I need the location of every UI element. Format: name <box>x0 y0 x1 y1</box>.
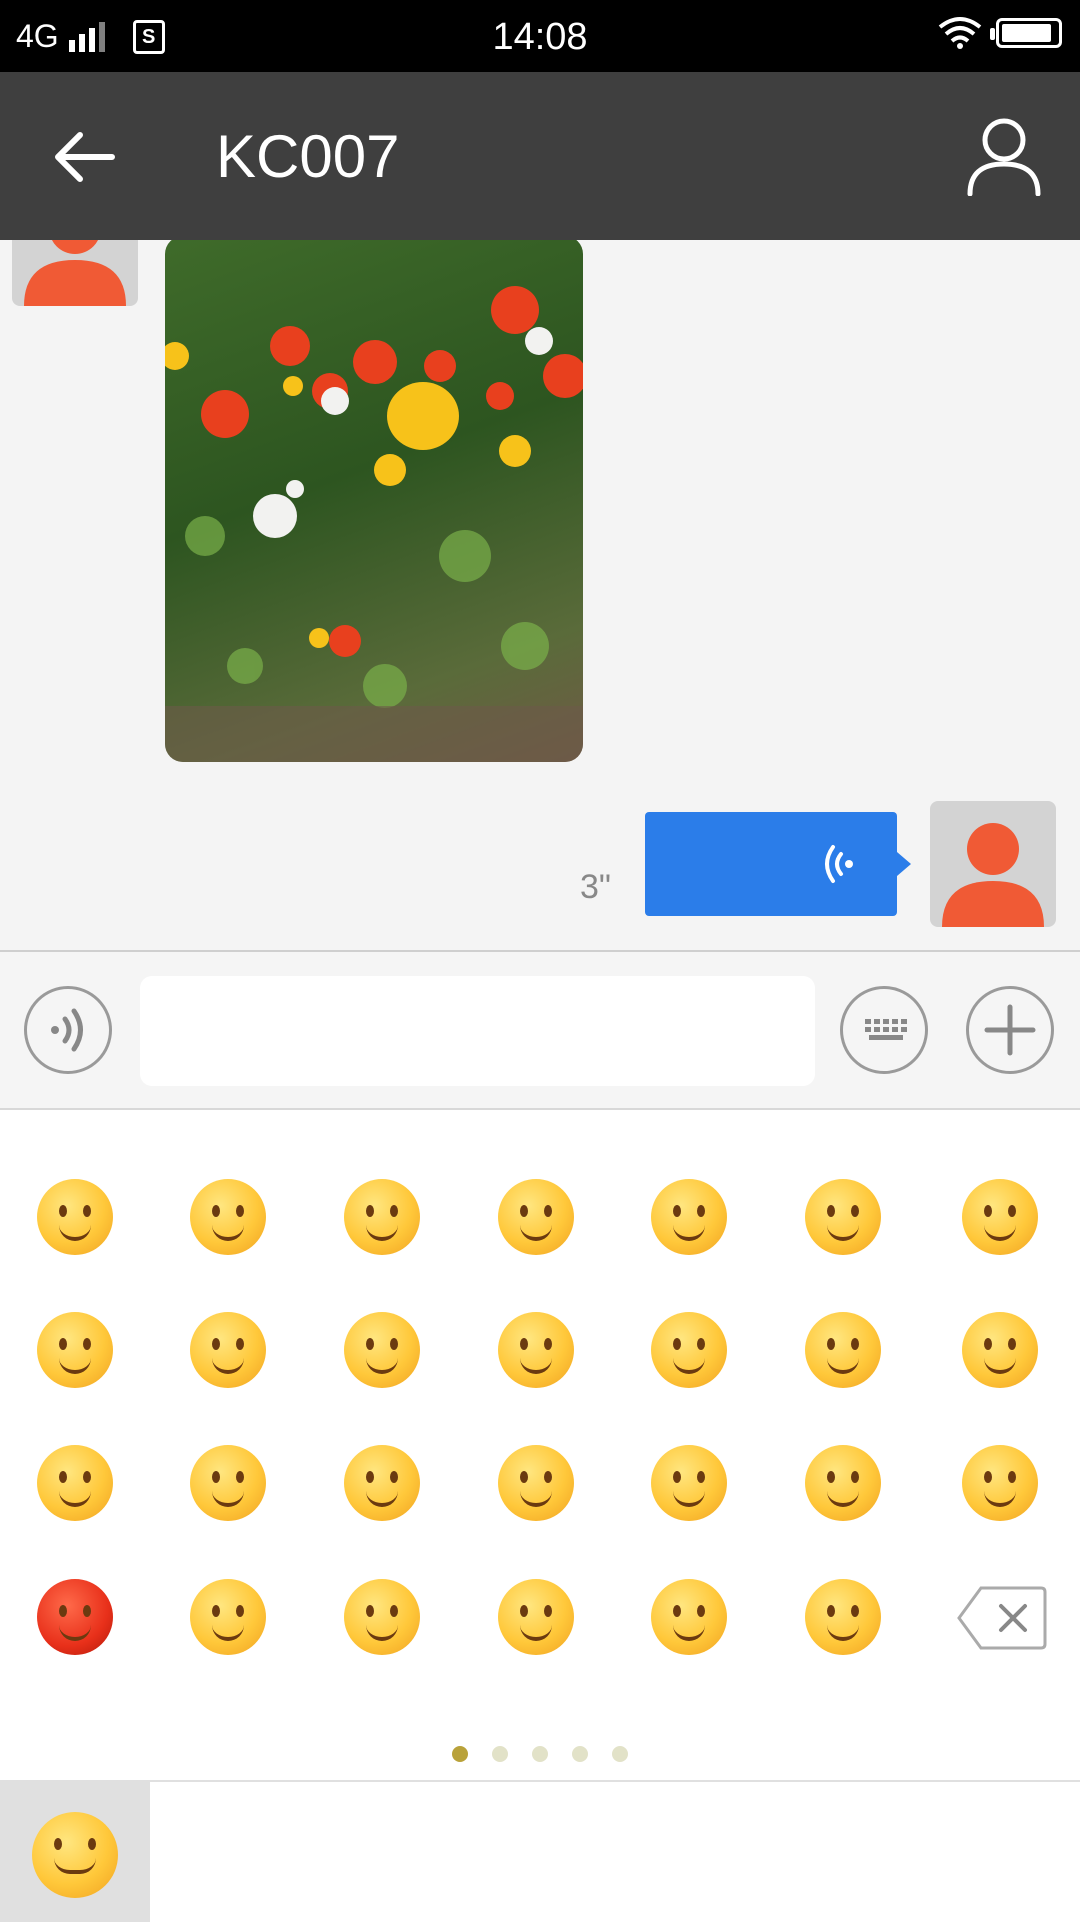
emoji-key[interactable] <box>945 1428 1055 1538</box>
page-dot[interactable] <box>532 1746 548 1762</box>
emoji-key[interactable] <box>327 1162 437 1272</box>
my-avatar[interactable] <box>930 801 1056 927</box>
emoji-key[interactable] <box>20 1162 130 1272</box>
keyboard-icon <box>865 1019 907 1040</box>
emoji-key[interactable] <box>788 1162 898 1272</box>
emoji-face-icon <box>962 1179 1038 1255</box>
emoji-key[interactable] <box>481 1562 591 1672</box>
voice-message[interactable] <box>645 812 911 916</box>
emoji-key[interactable] <box>634 1562 744 1672</box>
voice-button[interactable] <box>24 986 112 1074</box>
emoji-key[interactable] <box>327 1562 437 1672</box>
battery-icon <box>990 18 1062 48</box>
emoji-face-icon <box>344 1179 420 1255</box>
voice-icon <box>51 1008 83 1052</box>
emoji-key[interactable] <box>481 1295 591 1405</box>
contact-avatar[interactable] <box>12 240 138 306</box>
emoji-face-icon <box>190 1179 266 1255</box>
chat-title: KC007 <box>216 123 400 190</box>
emoji-face-icon <box>962 1312 1038 1388</box>
emoji-face-icon <box>37 1579 113 1655</box>
emoji-face-icon <box>498 1445 574 1521</box>
input-bar <box>0 950 1080 1110</box>
emoji-face-icon <box>962 1445 1038 1521</box>
emoji-key[interactable] <box>945 1295 1055 1405</box>
plus-icon <box>984 1004 1036 1056</box>
emoji-key[interactable] <box>634 1295 744 1405</box>
emoji-key[interactable] <box>788 1295 898 1405</box>
emoji-key[interactable] <box>327 1295 437 1405</box>
status-right <box>938 16 1062 50</box>
wifi-icon <box>938 17 982 49</box>
message-input[interactable] <box>140 976 815 1086</box>
emoji-category-tab[interactable] <box>0 1782 150 1922</box>
voice-wave-icon <box>825 845 853 883</box>
backspace-icon[interactable] <box>957 1586 1047 1650</box>
emoji-face-icon <box>37 1312 113 1388</box>
emoji-key[interactable] <box>20 1295 130 1405</box>
chat-area[interactable]: 3" <box>0 240 1080 950</box>
arrow-left-icon[interactable] <box>50 122 120 192</box>
emoji-key[interactable] <box>634 1428 744 1538</box>
emoji-face-icon <box>498 1312 574 1388</box>
emoji-key[interactable] <box>173 1562 283 1672</box>
emoji-face-icon <box>37 1179 113 1255</box>
emoji-panel <box>0 1110 1080 1780</box>
emoji-key[interactable] <box>173 1162 283 1272</box>
status-bar: 4G S 14:08 <box>0 0 1080 72</box>
emoji-face-icon <box>190 1579 266 1655</box>
emoji-face-icon <box>498 1579 574 1655</box>
emoji-key[interactable] <box>327 1428 437 1538</box>
emoji-key[interactable] <box>20 1562 130 1672</box>
emoji-key[interactable] <box>20 1428 130 1538</box>
emoji-face-icon <box>344 1312 420 1388</box>
emoji-face-icon <box>190 1445 266 1521</box>
page-dot[interactable] <box>612 1746 628 1762</box>
emoji-key[interactable] <box>634 1162 744 1272</box>
emoji-key[interactable] <box>173 1295 283 1405</box>
emoji-face-icon <box>651 1312 727 1388</box>
emoji-face-icon <box>651 1179 727 1255</box>
emoji-face-icon <box>805 1579 881 1655</box>
emoji-face-icon <box>651 1445 727 1521</box>
clock: 14:08 <box>492 16 588 58</box>
keyboard-button[interactable] <box>840 986 928 1074</box>
emoji-key[interactable] <box>945 1162 1055 1272</box>
chat-header: KC007 <box>0 72 1080 240</box>
emoji-face-icon <box>651 1579 727 1655</box>
emoji-key[interactable] <box>788 1562 898 1672</box>
emoji-key[interactable] <box>481 1162 591 1272</box>
page-dot[interactable] <box>492 1746 508 1762</box>
emoji-category-bar <box>0 1780 1080 1922</box>
emoji-face-icon <box>344 1445 420 1521</box>
page-dot[interactable] <box>572 1746 588 1762</box>
grin-emoji-icon <box>32 1812 118 1898</box>
person-icon[interactable] <box>966 116 1042 196</box>
page-indicator <box>0 1746 1080 1762</box>
emoji-face-icon <box>498 1179 574 1255</box>
emoji-face-icon <box>37 1445 113 1521</box>
emoji-key[interactable] <box>173 1428 283 1538</box>
emoji-key[interactable] <box>481 1428 591 1538</box>
voice-duration: 3" <box>580 868 611 906</box>
plus-button[interactable] <box>966 986 1054 1074</box>
emoji-key[interactable] <box>788 1428 898 1538</box>
emoji-face-icon <box>344 1579 420 1655</box>
emoji-face-icon <box>190 1312 266 1388</box>
image-message[interactable] <box>165 240 583 762</box>
page-dot[interactable] <box>452 1746 468 1762</box>
emoji-face-icon <box>805 1179 881 1255</box>
emoji-face-icon <box>805 1312 881 1388</box>
emoji-face-icon <box>805 1445 881 1521</box>
